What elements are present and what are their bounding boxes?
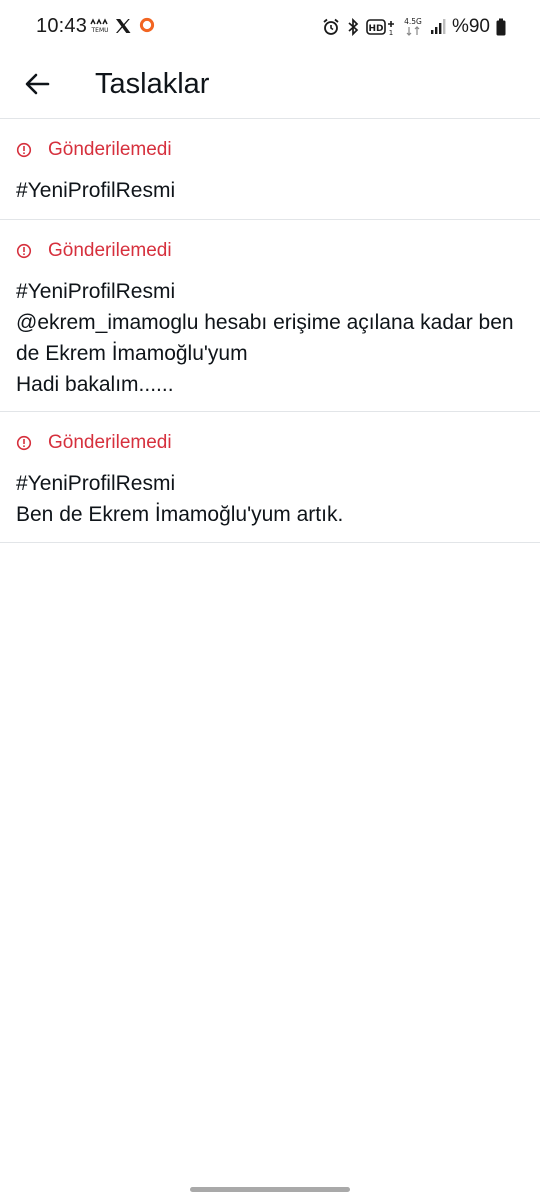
draft-item[interactable]: Gönderilemedi #YeniProfilResmi [0, 119, 540, 219]
draft-status: Gönderilemedi [16, 139, 172, 161]
hd-voice-icon: HD 1 [366, 19, 394, 36]
arrow-left-icon [25, 73, 50, 95]
status-icons: HD 1 4.5G %90 [322, 15, 506, 39]
error-icon [16, 142, 32, 158]
bluetooth-icon [348, 18, 359, 36]
app-bar: Taslaklar [0, 54, 540, 118]
x-app-icon [116, 19, 131, 33]
draft-divider [0, 542, 540, 543]
signal-icon [430, 19, 446, 34]
draft-item[interactable]: Gönderilemedi #YeniProfilResmi @ekrem_im… [0, 220, 540, 411]
draft-status: Gönderilemedi [16, 432, 172, 454]
draft-text: #YeniProfilResmi @ekrem_imamoglu hesabı … [16, 280, 514, 396]
battery-icon [496, 18, 506, 36]
draft-status-label: Gönderilemedi [48, 432, 172, 453]
draft-status-label: Gönderilemedi [48, 240, 172, 261]
temu-app-icon: TEMU [90, 18, 109, 34]
error-icon [16, 243, 32, 259]
alarm-icon [323, 18, 339, 35]
draft-item[interactable]: Gönderilemedi #YeniProfilResmi Ben de Ek… [0, 412, 540, 542]
error-icon [16, 435, 32, 451]
svg-text:TEMU: TEMU [90, 27, 108, 34]
draft-status-label: Gönderilemedi [48, 139, 172, 160]
svg-text:4.5G: 4.5G [404, 17, 422, 26]
back-button[interactable] [20, 66, 56, 102]
status-time: 10:43 [36, 15, 88, 37]
notification-ring-icon [139, 17, 155, 33]
page-title: Taslaklar [95, 68, 210, 100]
draft-status: Gönderilemedi [16, 240, 172, 262]
draft-text: #YeniProfilResmi Ben de Ekrem İmamoğlu'y… [16, 472, 344, 526]
battery-percentage: %90 [451, 16, 490, 37]
svg-text:HD: HD [368, 24, 383, 34]
mobile-data-icon: 4.5G [404, 17, 422, 36]
svg-text:1: 1 [389, 29, 393, 36]
draft-text: #YeniProfilResmi [16, 179, 176, 202]
home-indicator[interactable] [190, 1187, 350, 1192]
status-bar: 10:43 TEMU HD 1 4.5G %90 [0, 0, 540, 54]
